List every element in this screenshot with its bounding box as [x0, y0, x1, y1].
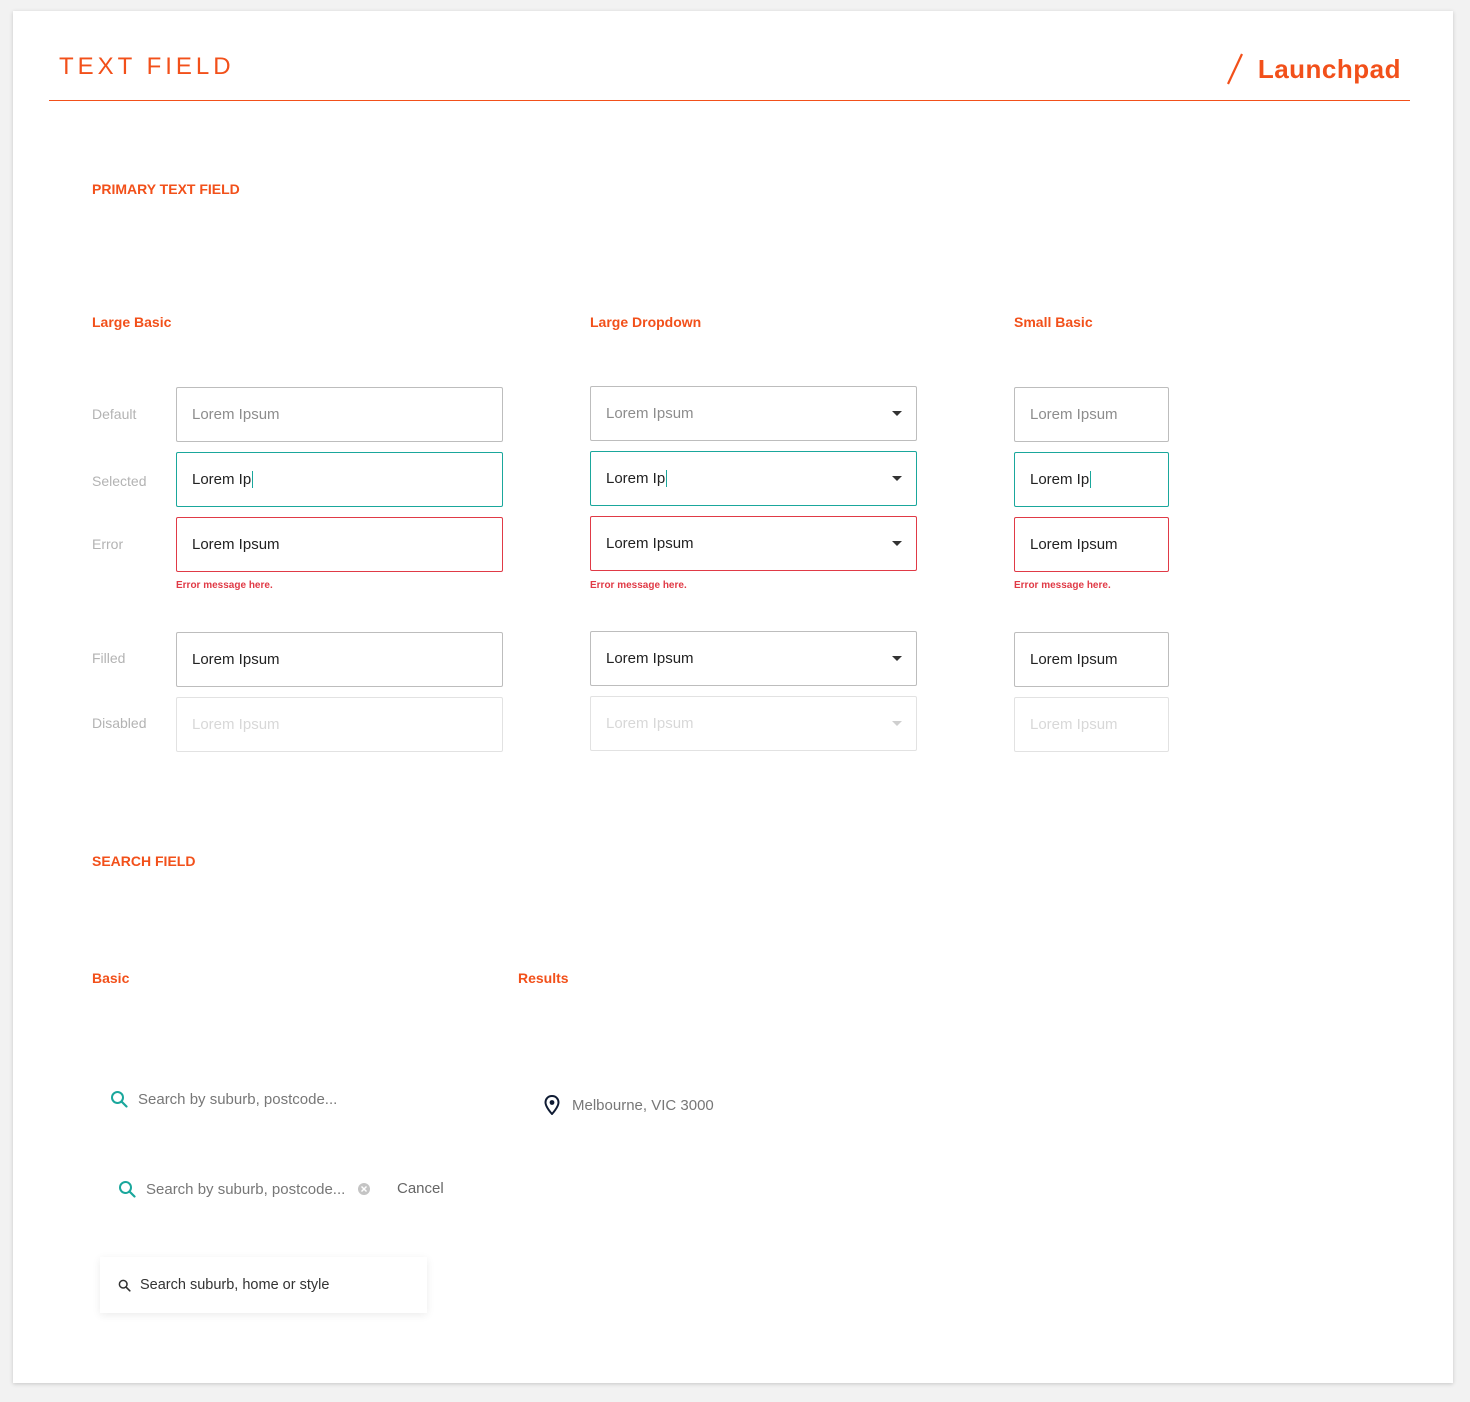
- large-basic-disabled-field: Lorem Ipsum: [176, 697, 503, 752]
- field-value: Lorem Ipsum: [606, 650, 694, 667]
- dropdown-arrow-icon: [892, 475, 902, 481]
- field-value: Lorem Ipsum: [606, 535, 694, 552]
- row-label-filled: Filled: [92, 650, 126, 666]
- brand-name: Launchpad: [1257, 53, 1401, 84]
- location-pin-icon: [544, 1095, 560, 1115]
- search-placeholder: Search suburb, home or style: [140, 1277, 330, 1293]
- field-value: Lorem Ip: [192, 471, 252, 488]
- dropdown-arrow-icon: [892, 655, 902, 661]
- artboard: TEXT FIELD Launchpad PRIMARY TEXT FIELD …: [13, 11, 1453, 1383]
- large-basic-filled-field[interactable]: Lorem Ipsum: [176, 632, 503, 687]
- primary-section-title: PRIMARY TEXT FIELD: [92, 181, 240, 197]
- search-icon: [118, 1279, 131, 1292]
- active-search-field[interactable]: Search by suburb, postcode...: [118, 1177, 371, 1201]
- search-placeholder: Search by suburb, postcode...: [138, 1090, 338, 1108]
- field-value: Lorem Ipsum: [1030, 651, 1118, 668]
- field-placeholder: Lorem Ipsum: [1030, 716, 1118, 733]
- large-dropdown-error-field[interactable]: Lorem Ipsum: [590, 516, 917, 571]
- small-basic-disabled-field: Lorem Ipsum: [1014, 697, 1169, 752]
- field-value: Lorem Ipsum: [192, 536, 280, 553]
- field-placeholder: Lorem Ipsum: [1030, 406, 1118, 423]
- dropdown-arrow-icon: [892, 540, 902, 546]
- field-placeholder: Lorem Ipsum: [192, 406, 280, 423]
- clear-icon[interactable]: [357, 1182, 371, 1196]
- field-value: Lorem Ipsum: [192, 651, 280, 668]
- search-card-field[interactable]: Search suburb, home or style: [100, 1257, 427, 1313]
- col-title-basic: Basic: [92, 970, 130, 986]
- text-cursor: [252, 471, 254, 488]
- small-basic-filled-field[interactable]: Lorem Ipsum: [1014, 632, 1169, 687]
- search-placeholder: Search by suburb, postcode...: [146, 1180, 346, 1198]
- small-basic-selected-field[interactable]: Lorem Ip: [1014, 452, 1169, 507]
- field-placeholder: Lorem Ipsum: [606, 405, 694, 422]
- logo-slash-icon: [1226, 53, 1243, 85]
- row-label-error: Error: [92, 536, 124, 552]
- text-cursor: [666, 470, 668, 487]
- search-result-item[interactable]: Melbourne, VIC 3000: [544, 1093, 714, 1117]
- page-title: TEXT FIELD: [59, 53, 235, 80]
- large-dropdown-filled-field[interactable]: Lorem Ipsum: [590, 631, 917, 686]
- header-divider: [49, 100, 1410, 101]
- large-basic-selected-field[interactable]: Lorem Ip: [176, 452, 503, 507]
- small-basic-default-field[interactable]: Lorem Ipsum: [1014, 387, 1169, 442]
- dropdown-arrow-icon: [892, 720, 902, 726]
- field-placeholder: Lorem Ipsum: [606, 715, 694, 732]
- row-label-disabled: Disabled: [92, 715, 147, 731]
- dropdown-arrow-icon: [892, 410, 902, 416]
- large-dropdown-error-message: Error message here.: [590, 580, 687, 591]
- row-label-selected: Selected: [92, 473, 147, 489]
- large-dropdown-selected-field[interactable]: Lorem Ip: [590, 451, 917, 506]
- basic-search-field[interactable]: Search by suburb, postcode...: [110, 1087, 337, 1111]
- brand-logo: Launchpad: [1226, 49, 1401, 89]
- search-section-title: SEARCH FIELD: [92, 853, 196, 869]
- col-title-large-basic: Large Basic: [92, 314, 172, 330]
- col-title-large-dropdown: Large Dropdown: [590, 314, 702, 330]
- field-value: Lorem Ipsum: [1030, 536, 1118, 553]
- result-label: Melbourne, VIC 3000: [572, 1096, 714, 1114]
- field-value: Lorem Ip: [606, 470, 666, 487]
- cancel-button[interactable]: Cancel: [397, 1180, 444, 1197]
- large-dropdown-default-field[interactable]: Lorem Ipsum: [590, 386, 917, 441]
- large-basic-error-message: Error message here.: [176, 580, 273, 591]
- search-icon: [119, 1181, 136, 1198]
- search-card-content: Search suburb, home or style: [118, 1275, 329, 1295]
- small-basic-error-message: Error message here.: [1014, 580, 1111, 591]
- large-basic-error-field[interactable]: Lorem Ipsum: [176, 517, 503, 572]
- large-dropdown-disabled-field: Lorem Ipsum: [590, 696, 917, 751]
- field-placeholder: Lorem Ipsum: [192, 716, 280, 733]
- row-label-default: Default: [92, 406, 137, 422]
- col-title-small-basic: Small Basic: [1014, 314, 1093, 330]
- search-icon: [111, 1091, 128, 1108]
- small-basic-error-field[interactable]: Lorem Ipsum: [1014, 517, 1169, 572]
- large-basic-default-field[interactable]: Lorem Ipsum: [176, 387, 503, 442]
- col-title-results: Results: [518, 970, 569, 986]
- text-cursor: [1090, 471, 1092, 488]
- field-value: Lorem Ip: [1030, 471, 1090, 488]
